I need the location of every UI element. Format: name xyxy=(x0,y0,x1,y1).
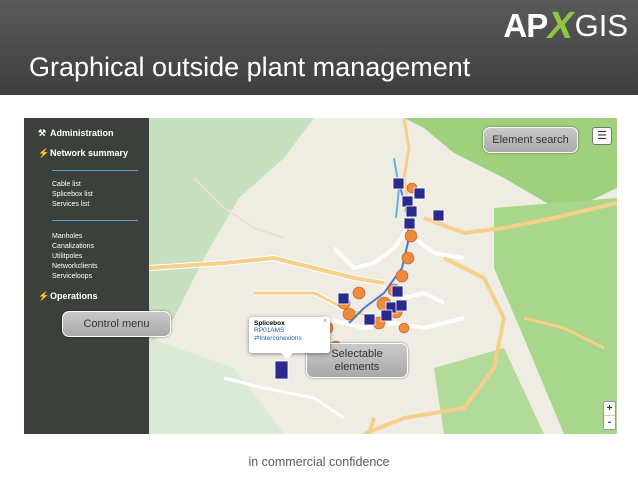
menu-serviceloops[interactable]: Serviceloops xyxy=(52,273,92,280)
menu-operations[interactable]: ⚡Operations xyxy=(38,291,98,302)
list-icon[interactable]: ☰ xyxy=(592,127,612,145)
bolt-icon: ⚡ xyxy=(38,148,50,158)
map-view[interactable]: ⚒ Administration ⚡Network summary Cable l… xyxy=(24,118,617,434)
menu-canalizations[interactable]: Canalizations xyxy=(52,243,94,250)
menu-manholes[interactable]: Manholes xyxy=(52,233,82,240)
popup-interconexions-link[interactable]: ⇄Interconexions xyxy=(254,334,325,342)
page-title: Graphical outside plant management xyxy=(29,52,471,82)
logo-ap: AP xyxy=(503,7,548,44)
apxgis-logo: AP X GIS xyxy=(503,5,628,47)
menu-cable-list[interactable]: Cable list xyxy=(52,181,81,188)
control-menu-panel: ⚒ Administration ⚡Network summary Cable l… xyxy=(24,118,149,434)
footer-confidence-note: in commercial confidence xyxy=(248,455,390,469)
menu-administration-label: Administration xyxy=(50,128,114,138)
menu-administration[interactable]: ⚒ Administration xyxy=(38,128,114,139)
menu-network-summary[interactable]: ⚡Network summary xyxy=(38,148,128,159)
zoom-in-button[interactable]: + xyxy=(604,402,615,416)
menu-divider xyxy=(52,220,138,221)
menu-services-list[interactable]: Services list xyxy=(52,201,89,208)
callout-element-search: Element search xyxy=(483,127,578,153)
popup-id-link[interactable]: RP01AMS xyxy=(254,327,325,334)
logo-x: X xyxy=(543,4,579,47)
menu-splicebox-list[interactable]: Splicebox list xyxy=(52,191,93,198)
menu-networkclients[interactable]: Networkclients xyxy=(52,263,98,270)
callout-control-menu: Control menu xyxy=(62,311,171,337)
header-banner: AP X GIS Graphical outside plant managem… xyxy=(0,0,638,95)
menu-divider xyxy=(52,170,138,171)
wrench-icon: ⚒ xyxy=(38,128,47,138)
popup-type: Splicebox xyxy=(254,320,285,327)
bolt-icon: ⚡ xyxy=(38,291,50,301)
splicebox-popup: × Splicebox RP01AMS ⇄Interconexions xyxy=(249,317,330,359)
zoom-control: + - xyxy=(603,401,616,430)
logo-gis: GIS xyxy=(574,8,628,43)
menu-operations-label: Operations xyxy=(50,291,98,301)
close-icon[interactable]: × xyxy=(323,318,327,325)
menu-network-summary-label: Network summary xyxy=(50,148,129,158)
popup-interconexions-label: Interconexions xyxy=(259,335,302,342)
zoom-out-button[interactable]: - xyxy=(604,416,615,429)
menu-utilitpoles[interactable]: Utilitpoles xyxy=(52,253,82,260)
